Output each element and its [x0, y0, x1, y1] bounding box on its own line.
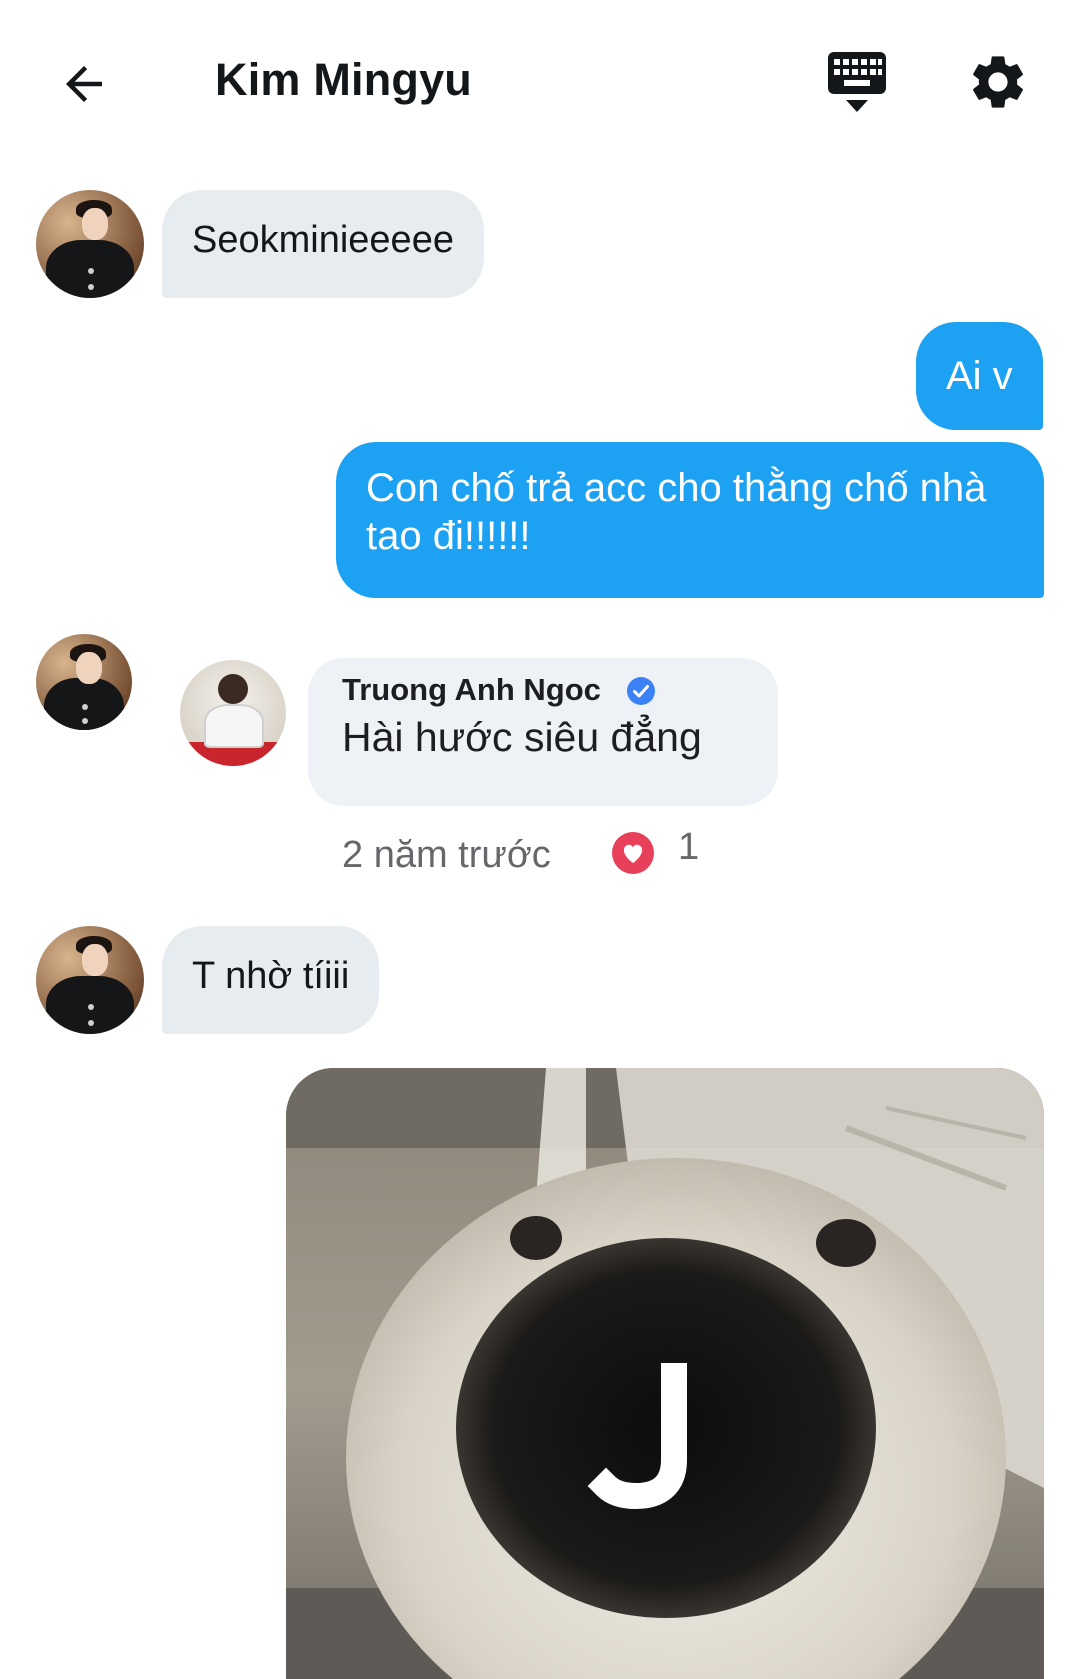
- commenter-avatar: [180, 660, 286, 766]
- keyboard-toggle-button[interactable]: [826, 50, 888, 116]
- image-message-dog-photo[interactable]: [286, 1068, 1044, 1679]
- conversation-header: Kim Mingyu: [0, 0, 1080, 160]
- contact-avatar[interactable]: [36, 190, 144, 298]
- verified-badge-icon: [627, 677, 655, 705]
- settings-button[interactable]: [966, 50, 1030, 114]
- message-bubble-outgoing[interactable]: Ai v: [916, 322, 1043, 430]
- heart-reaction-icon: [612, 832, 654, 874]
- image-message-comment-screenshot[interactable]: Truong Anh Ngoc Hài hước siêu đẳng 2 năm…: [160, 640, 915, 898]
- keyboard-hide-icon: [828, 52, 886, 112]
- comment-time: 2 năm trước: [342, 834, 551, 876]
- message-bubble-incoming[interactable]: T nhờ tíiii: [162, 926, 380, 1034]
- message-text: Ai v: [946, 354, 1013, 398]
- message-bubble-incoming[interactable]: Seokminieeeee: [162, 190, 484, 298]
- comment-text: Hài hước siêu đẳng: [342, 714, 702, 760]
- gear-icon: [973, 56, 1023, 108]
- conversation-title: Kim Mingyu: [215, 54, 472, 105]
- dog-photo: [286, 1068, 1044, 1679]
- reaction-count: 1: [678, 826, 700, 868]
- contact-avatar[interactable]: [36, 634, 132, 730]
- back-button[interactable]: [52, 52, 116, 116]
- message-bubble-outgoing[interactable]: Con chố trả acc cho thằng chố nhà tao đi…: [336, 442, 1044, 598]
- message-text: Con chố trả acc cho thằng chố nhà tao đi…: [366, 466, 987, 558]
- contact-avatar[interactable]: [36, 926, 144, 1034]
- arrow-left-icon: [66, 66, 102, 102]
- message-text: T nhờ tíiii: [192, 955, 350, 997]
- comment-author: Truong Anh Ngoc: [342, 672, 601, 707]
- message-text: Seokminieeeee: [192, 219, 454, 261]
